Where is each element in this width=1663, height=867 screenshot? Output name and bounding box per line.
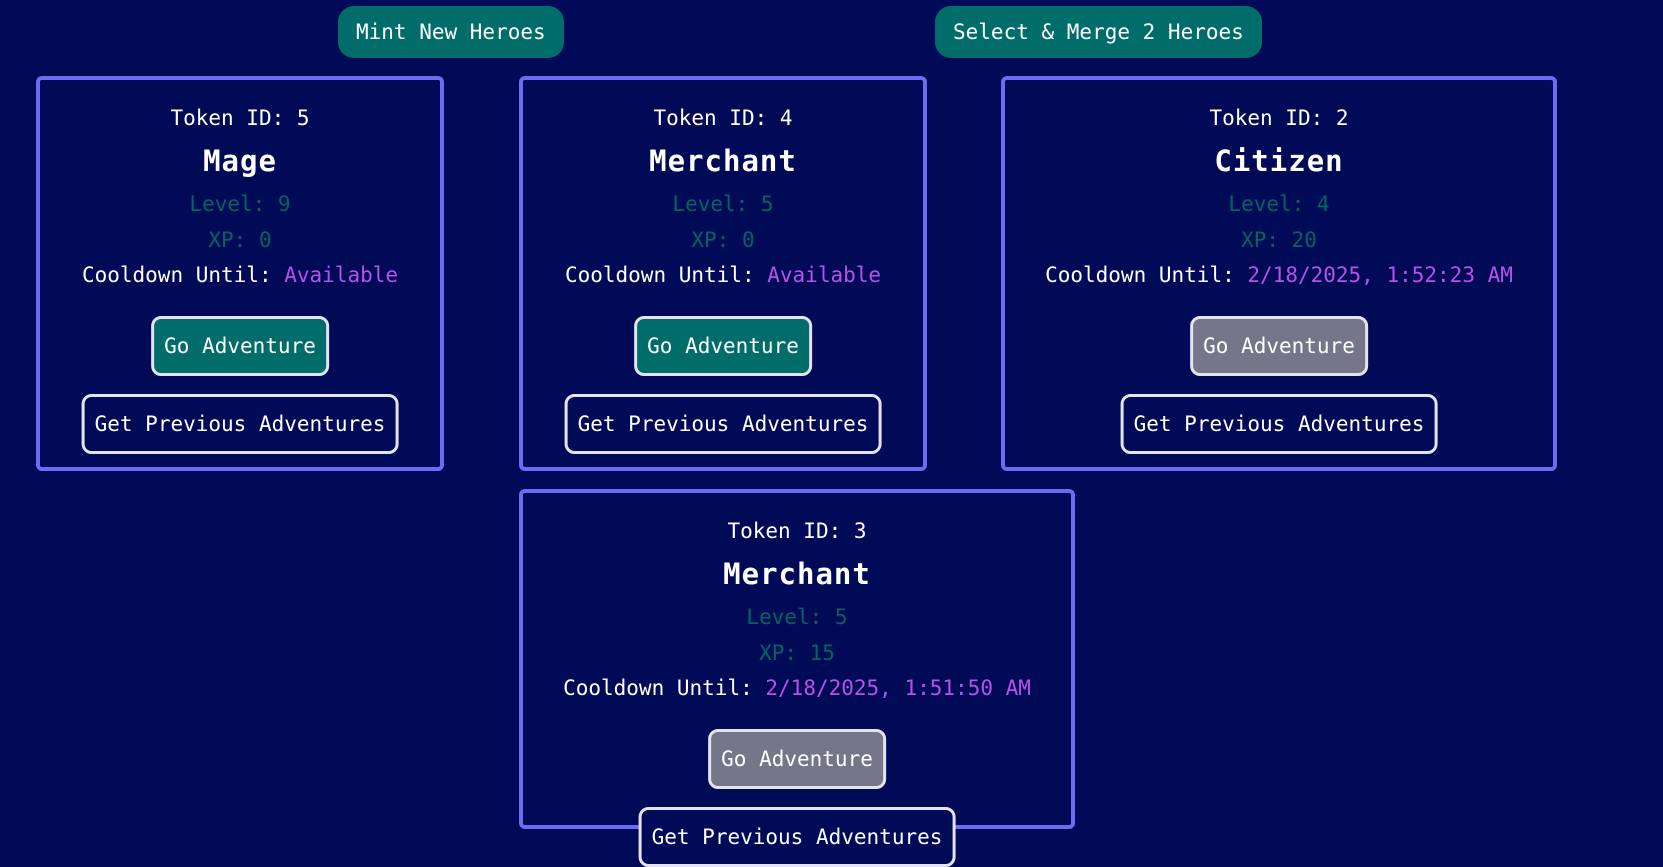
token-id: Token ID: 2	[1209, 106, 1349, 130]
cooldown-row: Cooldown Until: 2/18/2025, 1:52:23 AM	[1005, 261, 1553, 289]
go-adventure-button[interactable]: Go Adventure	[634, 316, 812, 376]
cooldown-label: Cooldown Until:	[563, 676, 753, 700]
cooldown-label: Cooldown Until:	[81, 263, 272, 287]
cooldown-value: 2/18/2025, 1:51:50 AM	[765, 676, 1031, 700]
cooldown-label: Cooldown Until:	[1045, 263, 1235, 287]
go-adventure-button[interactable]: Go Adventure	[151, 316, 329, 376]
hero-card: Token ID: 2 Citizen Level: 4 XP: 20 Cool…	[1001, 76, 1557, 471]
token-id: Token ID: 5	[170, 106, 310, 130]
hero-xp: XP: 0	[208, 228, 272, 252]
merge-heroes-button[interactable]: Select & Merge 2 Heroes	[935, 6, 1262, 58]
previous-adventures-button[interactable]: Get Previous Adventures	[1120, 394, 1438, 454]
hero-level: Level: 9	[189, 192, 291, 216]
cooldown-row: Cooldown Until: 2/18/2025, 1:51:50 AM	[523, 674, 1071, 702]
hero-xp: XP: 20	[1241, 228, 1317, 252]
previous-adventures-button[interactable]: Get Previous Adventures	[638, 807, 956, 867]
mint-heroes-button[interactable]: Mint New Heroes	[338, 6, 564, 58]
cooldown-row: Cooldown Until: Available	[40, 261, 440, 289]
token-id: Token ID: 3	[727, 519, 867, 543]
go-adventure-button[interactable]: Go Adventure	[1190, 316, 1368, 376]
hero-class-name: Mage	[203, 144, 277, 178]
cooldown-value: Available	[284, 263, 399, 287]
previous-adventures-button[interactable]: Get Previous Adventures	[81, 394, 399, 454]
hero-card: Token ID: 5 Mage Level: 9 XP: 0 Cooldown…	[36, 76, 444, 471]
token-id: Token ID: 4	[653, 106, 793, 130]
hero-card: Token ID: 4 Merchant Level: 5 XP: 0 Cool…	[519, 76, 927, 471]
hero-class-name: Merchant	[723, 557, 871, 591]
hero-level: Level: 4	[1228, 192, 1330, 216]
previous-adventures-button[interactable]: Get Previous Adventures	[564, 394, 882, 454]
hero-xp: XP: 15	[759, 641, 835, 665]
go-adventure-button[interactable]: Go Adventure	[708, 729, 886, 789]
cooldown-value: Available	[767, 263, 882, 287]
hero-level: Level: 5	[746, 605, 848, 629]
hero-class-name: Citizen	[1214, 144, 1344, 178]
cooldown-label: Cooldown Until:	[564, 263, 755, 287]
hero-class-name: Merchant	[649, 144, 797, 178]
cooldown-row: Cooldown Until: Available	[523, 261, 923, 289]
hero-level: Level: 5	[672, 192, 774, 216]
hero-xp: XP: 0	[691, 228, 755, 252]
hero-card: Token ID: 3 Merchant Level: 5 XP: 15 Coo…	[519, 489, 1075, 867]
cooldown-value: 2/18/2025, 1:52:23 AM	[1247, 263, 1513, 287]
